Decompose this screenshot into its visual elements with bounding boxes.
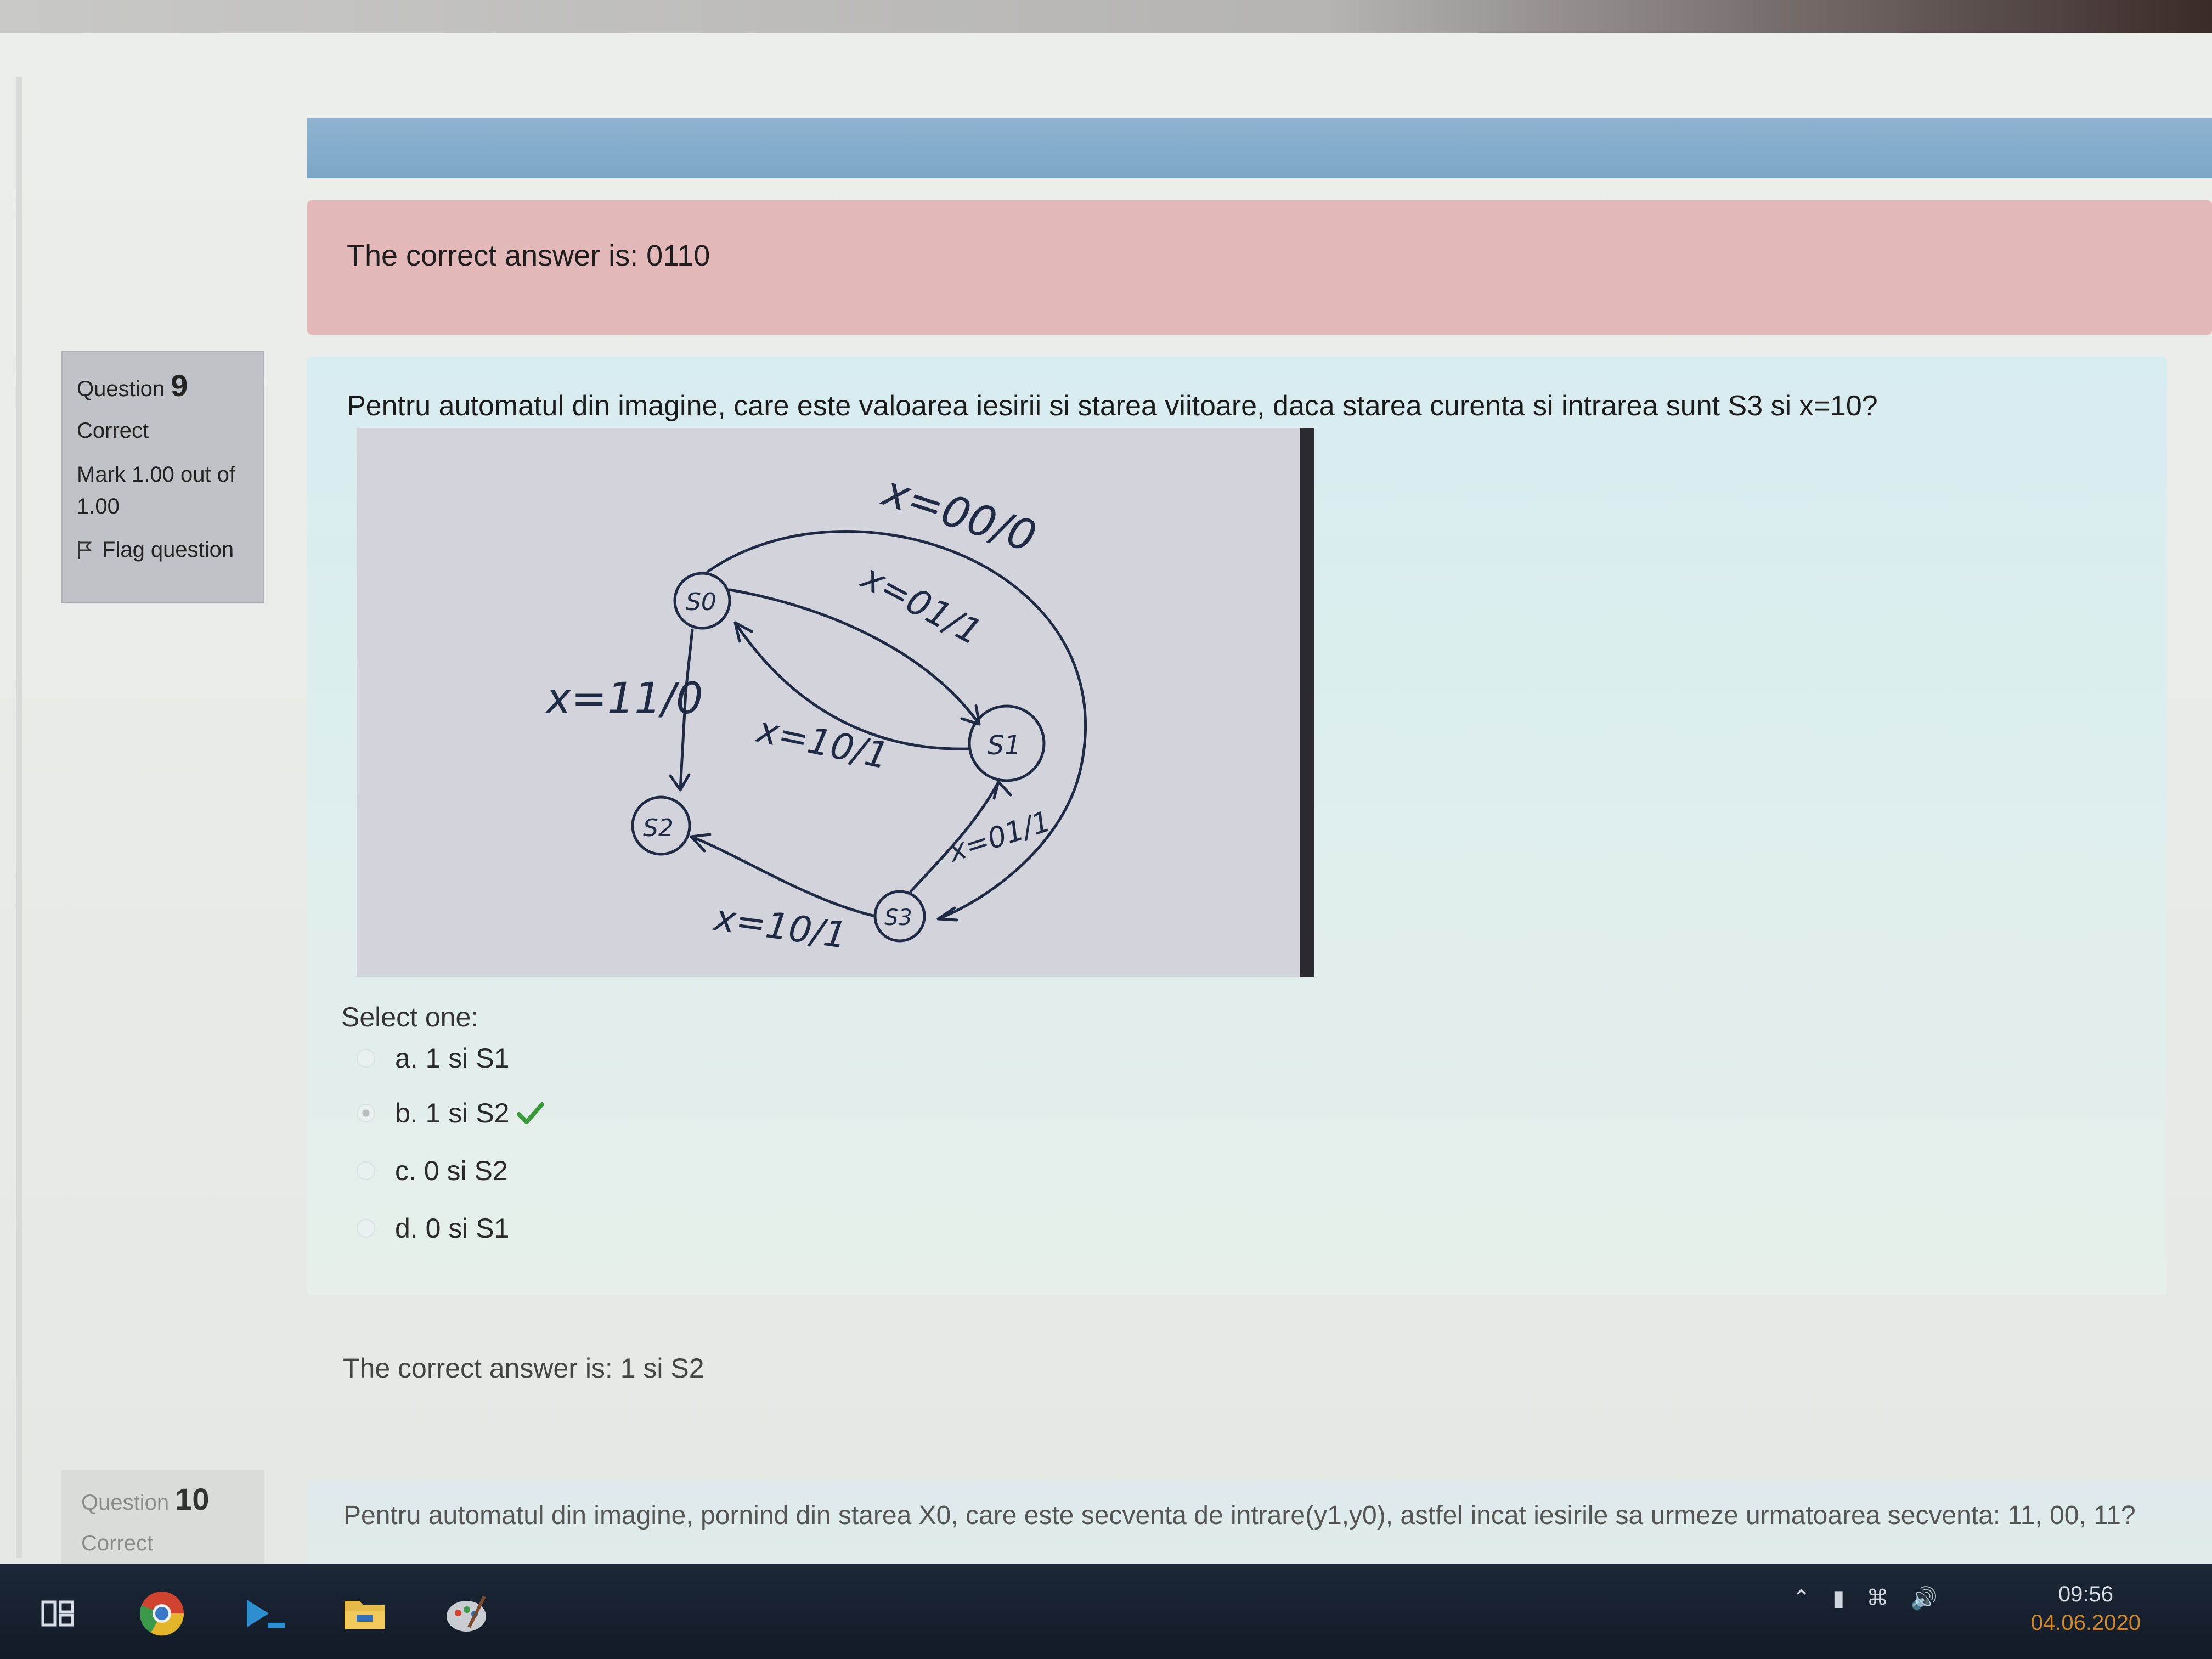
question-number: Question 9	[77, 368, 188, 403]
question-state: Correct	[81, 1531, 154, 1555]
volume-icon[interactable]: 🔊	[1910, 1585, 1938, 1611]
answer-label-c: c. 0 si S2	[395, 1155, 508, 1186]
terminal-taskbar-button[interactable]	[236, 1583, 296, 1644]
answer-label-d: d. 0 si S1	[395, 1213, 510, 1244]
paint-taskbar-button[interactable]	[436, 1583, 496, 1644]
answer-option-b[interactable]: b. 1 si S2	[357, 1097, 545, 1129]
select-one-label: Select one:	[341, 1002, 479, 1032]
previous-correct-answer: The correct answer is: 0110	[347, 239, 710, 272]
system-tray: ⌃ ▮ ⌘ 🔊	[1792, 1585, 1938, 1611]
label-x01-1-top: x=01/1	[854, 556, 988, 653]
answer-radio-b[interactable]	[357, 1104, 375, 1122]
answer-option-a[interactable]: a. 1 si S1	[357, 1042, 509, 1074]
clock-time: 09:56	[2058, 1582, 2113, 1606]
quiz-review-page: The correct answer is: 0110 Question 9 C…	[0, 33, 2212, 1596]
state-s2-label: S2	[643, 814, 674, 842]
question-grade: Mark 1.00 out of 1.00	[77, 462, 236, 518]
browser-top-edge	[0, 0, 2212, 33]
flag-question-link[interactable]: Flag question	[77, 538, 249, 562]
file-explorer-taskbar-button[interactable]	[335, 1583, 395, 1644]
answer-radio-a[interactable]	[357, 1049, 375, 1068]
state-s0-label: S0	[686, 588, 716, 616]
previous-question-header-bar	[307, 118, 2212, 178]
flag-icon	[78, 541, 92, 559]
taskbar-clock[interactable]: 09:56 04.06.2020	[2031, 1580, 2141, 1637]
answer-radio-d[interactable]	[357, 1219, 375, 1238]
answer-label-a: a. 1 si S1	[395, 1043, 510, 1074]
task-view-button[interactable]	[27, 1583, 88, 1644]
answer-option-c[interactable]: c. 0 si S2	[357, 1155, 508, 1187]
question-text: Pentru automatul din imagine, pornind di…	[343, 1501, 2136, 1530]
state-diagram-image: S0 S1 S2 S3 x=00/0 x=01/1 x=11/0 x=10/1 …	[357, 428, 1314, 977]
clock-date: 04.06.2020	[2030, 1611, 2141, 1635]
wifi-icon[interactable]: ⌘	[1866, 1585, 1888, 1611]
question-9-info: Question 9 Correct Mark 1.00 out of 1.00…	[61, 351, 264, 603]
battery-icon[interactable]: ▮	[1832, 1585, 1844, 1611]
paint-icon	[447, 1595, 486, 1632]
previous-feedback-box: The correct answer is: 0110	[307, 200, 2212, 335]
label-x10-1-mid: x=10/1	[752, 708, 892, 777]
state-s1-label: S1	[988, 730, 1021, 761]
answer-radio-c[interactable]	[357, 1161, 375, 1180]
correct-answer-feedback: The correct answer is: 1 si S2	[343, 1353, 704, 1384]
question-9-content: Pentru automatul din imagine, care este …	[307, 357, 2167, 1295]
answer-option-d[interactable]: d. 0 si S1	[357, 1212, 509, 1244]
label-x01-1-right: x=01/1	[944, 805, 1054, 869]
label-x00-0: x=00/0	[876, 466, 1042, 562]
correct-check-icon	[517, 1102, 545, 1124]
question-number: Question 10	[81, 1482, 210, 1516]
flag-question-label: Flag question	[102, 538, 234, 562]
chevron-up-icon[interactable]: ⌃	[1792, 1585, 1811, 1611]
task-view-icon	[41, 1600, 74, 1627]
chrome-taskbar-button[interactable]	[132, 1583, 192, 1644]
chrome-icon	[139, 1592, 184, 1636]
page-left-border	[16, 77, 22, 1558]
state-s3-label: S3	[884, 905, 912, 930]
answer-label-b: b. 1 si S2	[395, 1098, 510, 1128]
windows-taskbar: ⌃ ▮ ⌘ 🔊 09:56 04.06.2020	[0, 1564, 2212, 1659]
question-text: Pentru automatul din imagine, care este …	[347, 390, 1878, 422]
label-x10-1-bottom: x=10/1	[710, 896, 849, 957]
label-x11-0: x=11/0	[544, 674, 703, 724]
question-state: Correct	[77, 419, 149, 443]
file-explorer-icon	[345, 1601, 385, 1629]
terminal-icon	[247, 1600, 285, 1628]
